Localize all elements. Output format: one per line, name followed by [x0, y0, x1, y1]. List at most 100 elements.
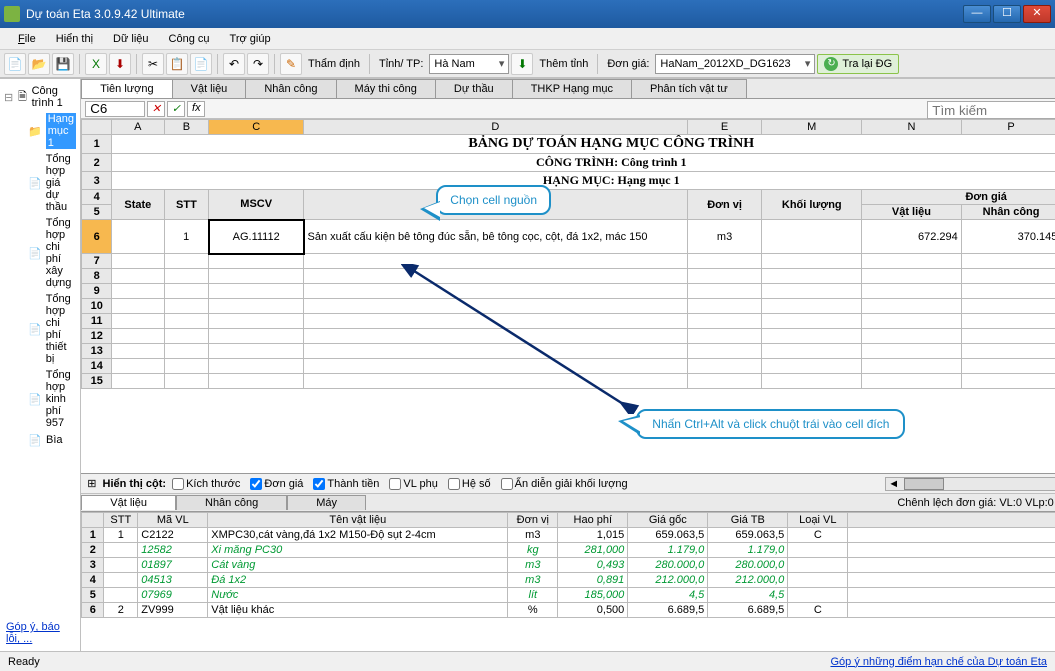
hdr-nc: Nhân công [961, 205, 1055, 220]
cell-reference-input[interactable] [85, 101, 145, 117]
them-tinh-label[interactable]: Thêm tỉnh [535, 58, 592, 70]
table-row[interactable]: 301897Cát vàngm30,493280.000,0280.000,0 [82, 558, 1055, 573]
project-tree[interactable]: ⊟ 🗎 Công trình 1 📁Hạng mục 1📄Tổng hợp gi… [0, 79, 80, 615]
subtab-vat-lieu[interactable]: Vật liệu [81, 495, 176, 510]
tree-root[interactable]: ⊟ 🗎 Công trình 1 [4, 83, 76, 111]
table-row[interactable]: 404513Đá 1x2m30,891212.000,0212.000,0 [82, 573, 1055, 588]
cancel-fx-icon[interactable]: ✕ [147, 101, 165, 117]
corner-cell[interactable] [82, 120, 112, 135]
callout-source: Chọn cell nguồn [436, 185, 551, 215]
excel-icon[interactable]: X [85, 53, 107, 75]
expand-icon[interactable]: ⊞ [87, 477, 96, 490]
subtab-nhan-cong[interactable]: Nhân công [176, 495, 287, 510]
checkbox-option[interactable]: Kích thước [172, 478, 240, 490]
checkbox-option[interactable]: Hệ số [448, 478, 491, 490]
g2-loai[interactable]: Loại VL [788, 513, 848, 528]
collapse-icon[interactable]: ⊟ [4, 91, 13, 104]
table-row[interactable]: 62ZV999Vật liệu khác%0,5006.689,56.689,5… [82, 603, 1055, 618]
redo-button[interactable]: ↷ [247, 53, 269, 75]
subtab-may[interactable]: Máy [287, 495, 366, 510]
g2-gtb[interactable]: Giá TB [708, 513, 788, 528]
tab-thkp[interactable]: THKP Hạng mục [512, 79, 632, 98]
horizontal-scrollbar[interactable]: ◄ ► [885, 477, 1055, 491]
tab-phan-tich[interactable]: Phân tích vật tư [631, 79, 747, 98]
tree-item[interactable]: 📁Hạng mục 1 [4, 111, 76, 151]
table-row[interactable]: 507969Nướclít185,0004,54,5 [82, 588, 1055, 603]
g2-extra[interactable] [848, 513, 1055, 528]
maximize-button[interactable]: ☐ [993, 5, 1021, 23]
col-e[interactable]: E [687, 120, 762, 135]
cell-n6[interactable]: 672.294 [862, 220, 962, 254]
new-file-button[interactable]: 📄 [4, 53, 26, 75]
tham-dinh-label[interactable]: Thẩm định [304, 58, 364, 70]
cell-p6[interactable]: 370.145 [961, 220, 1055, 254]
copy-button[interactable]: 📋 [166, 53, 188, 75]
main-grid[interactable]: A B C D E M N P Q 1BẢNG DỰ TOÁN HẠNG MỤC… [81, 119, 1055, 474]
tra-lai-button[interactable]: ↻ Tra lại ĐG [817, 54, 899, 74]
them-tinh-icon[interactable]: ⬇ [511, 53, 533, 75]
g2-stt[interactable]: STT [104, 513, 138, 528]
menu-trogiup[interactable]: Trợ giúp [222, 31, 279, 47]
cell-e6[interactable]: m3 [687, 220, 762, 254]
menu-congcu[interactable]: Công cụ [161, 31, 218, 47]
open-button[interactable]: 📂 [28, 53, 50, 75]
tree-item[interactable]: 📄Tổng hợp kinh phí 957 [4, 367, 76, 431]
col-b[interactable]: B [164, 120, 209, 135]
footer-link[interactable]: Góp ý những điểm hạn chế của Dự toán Eta [830, 656, 1047, 668]
checkbox-option[interactable]: Ẩn diễn giải khối lượng [501, 478, 628, 490]
export-icon[interactable]: ⬇ [109, 53, 131, 75]
g2-ma[interactable]: Mã VL [138, 513, 208, 528]
chenh-lech-status: Chênh lệch đơn giá: VL:0 VLp:0 NC:0 M:0 [897, 497, 1055, 509]
g2-dv[interactable]: Đơn vị [508, 513, 558, 528]
menu-hienthi[interactable]: Hiển thị [48, 31, 101, 47]
col-n[interactable]: N [862, 120, 962, 135]
tree-item[interactable]: 📄Tổng hợp giá dự thầu [4, 151, 76, 215]
don-gia-select[interactable]: HaNam_2012XD_DG1623 [655, 54, 815, 74]
table-row[interactable]: 11C2122XMPC30,cát vàng,đá 1x2 M150-Độ sụ… [82, 528, 1055, 543]
status-ready: Ready [8, 656, 40, 668]
material-grid[interactable]: STT Mã VL Tên vật liệu Đơn vị Hao phí Gi… [81, 512, 1055, 651]
checkbox-option[interactable]: VL phụ [389, 478, 437, 490]
cell-d6[interactable]: Sản xuất cấu kiện bê tông đúc sẵn, bê tô… [304, 220, 688, 254]
col-p[interactable]: P [961, 120, 1055, 135]
tree-item[interactable]: 📄Bìa [4, 431, 76, 449]
fx-icon[interactable]: fx [187, 101, 205, 117]
tham-dinh-icon[interactable]: ✎ [280, 53, 302, 75]
save-button[interactable]: 💾 [52, 53, 74, 75]
tab-may[interactable]: Máy thi công [336, 79, 436, 98]
close-button[interactable]: ✕ [1023, 5, 1051, 23]
tab-vat-lieu[interactable]: Vật liệu [172, 79, 247, 98]
minimize-button[interactable]: — [963, 5, 991, 23]
tinh-select[interactable]: Hà Nam [429, 54, 509, 74]
col-m[interactable]: M [762, 120, 862, 135]
cell-b6[interactable]: 1 [164, 220, 209, 254]
col-a[interactable]: A [112, 120, 164, 135]
tab-tien-luong[interactable]: Tiên lượng [81, 79, 172, 98]
cut-button[interactable]: ✂ [142, 53, 164, 75]
col-d[interactable]: D [304, 120, 688, 135]
tab-nhan-cong[interactable]: Nhân công [245, 79, 336, 98]
accept-fx-icon[interactable]: ✓ [167, 101, 185, 117]
menu-dulieu[interactable]: Dữ liệu [105, 31, 157, 47]
undo-button[interactable]: ↶ [223, 53, 245, 75]
table-row[interactable]: 212582Xi măng PC30kg281,0001.179,01.179,… [82, 543, 1055, 558]
tab-du-thau[interactable]: Dự thầu [435, 79, 513, 98]
checkbox-option[interactable]: Đơn giá [250, 478, 303, 490]
g2-hp[interactable]: Hao phí [558, 513, 628, 528]
g2-ten[interactable]: Tên vật liệu [208, 513, 508, 528]
search-input[interactable] [927, 101, 1055, 119]
cell-c6-selected[interactable]: AG.11112 [209, 220, 304, 254]
col-c[interactable]: C [209, 120, 304, 135]
g2-gg[interactable]: Giá gốc [628, 513, 708, 528]
hdr-state: State [112, 190, 164, 220]
column-options-bar: ⊞ Hiển thị cột: Kích thướcĐơn giáThành t… [81, 474, 1055, 494]
paste-button[interactable]: 📄 [190, 53, 212, 75]
feedback-link[interactable]: Góp ý, báo lỗi, ... [6, 621, 60, 645]
toolbar: 📄 📂 💾 X ⬇ ✂ 📋 📄 ↶ ↷ ✎ Thẩm định Tỉnh/ TP… [0, 50, 1055, 78]
checkbox-option[interactable]: Thành tiền [313, 478, 379, 490]
cell-m6[interactable] [762, 220, 862, 254]
menu-file[interactable]: File [10, 31, 44, 47]
tree-item[interactable]: 📄Tổng hợp chi phí thiết bị [4, 291, 76, 367]
tree-item[interactable]: 📄Tổng hợp chi phí xây dựng [4, 215, 76, 291]
cell-a6[interactable] [112, 220, 164, 254]
